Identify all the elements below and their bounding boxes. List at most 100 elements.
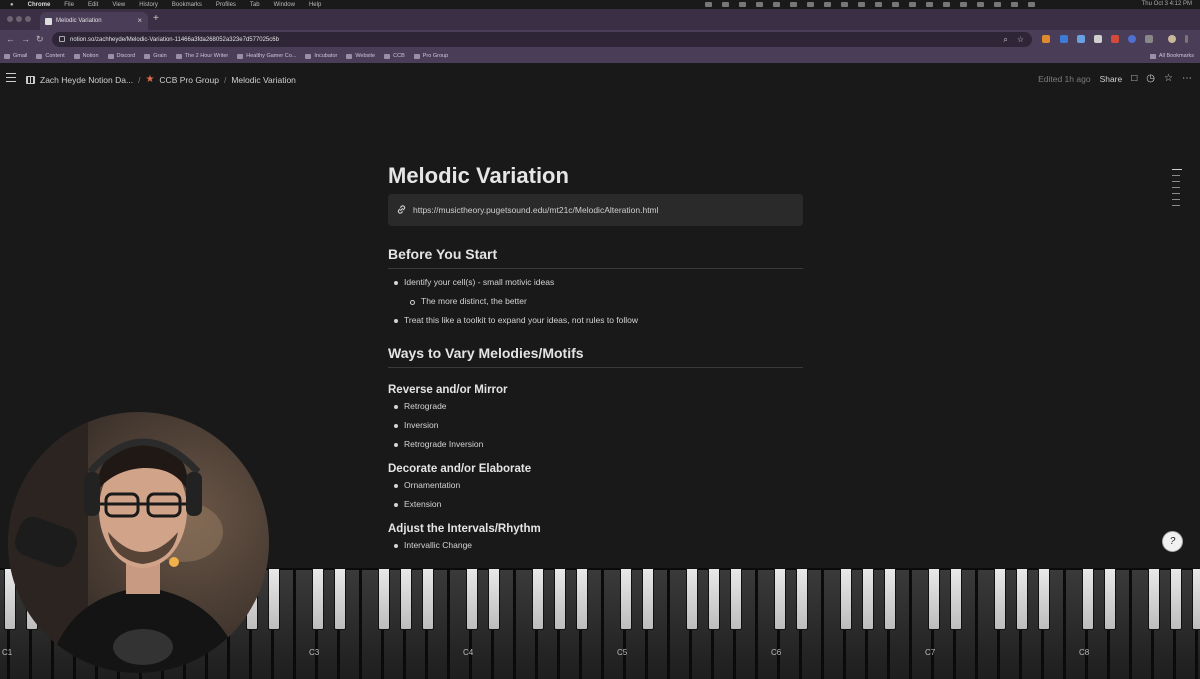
list-item[interactable]: Inversion	[388, 416, 803, 435]
bookmark-healthy-gamer[interactable]: Healthy Gamer Co...	[237, 53, 296, 59]
zoom-icon[interactable]: ⌕	[1003, 35, 1007, 45]
close-window-button[interactable]	[7, 16, 13, 22]
tray-icon[interactable]	[790, 2, 797, 7]
bookmark-2-hour-writer[interactable]: The 2 Hour Writer	[175, 53, 228, 59]
extension-icon[interactable]	[1042, 35, 1050, 43]
list-item[interactable]: Retrograde Inversion	[388, 435, 803, 454]
menu-bookmarks[interactable]: Bookmarks	[172, 2, 202, 8]
outline-line[interactable]	[1172, 187, 1180, 188]
tray-icon[interactable]	[858, 2, 865, 7]
bookmark-pro-group[interactable]: Pro Group	[413, 53, 448, 59]
zoom-window-button[interactable]	[25, 16, 31, 22]
list-item[interactable]: Ornamentation	[388, 476, 803, 495]
bookmark-content[interactable]: Content	[36, 53, 65, 59]
new-tab-button[interactable]: +	[153, 13, 159, 24]
share-button[interactable]: Share	[1100, 74, 1123, 84]
bookmark-star-icon[interactable]: ☆	[1017, 35, 1024, 45]
forward-icon[interactable]: →	[21, 34, 30, 44]
heading-before-you-start[interactable]: Before You Start	[388, 246, 803, 269]
tray-icon[interactable]	[960, 2, 967, 7]
bookmark-discord[interactable]: Discord	[107, 53, 135, 59]
tray-icon[interactable]	[841, 2, 848, 7]
tab-melodic-variation[interactable]: Melodic Variation ×	[40, 12, 148, 30]
tray-icon[interactable]	[756, 2, 763, 7]
tray-icon[interactable]	[875, 2, 882, 7]
bookmark-notion[interactable]: Notion	[73, 53, 99, 59]
tray-icon[interactable]	[824, 2, 831, 7]
page-outline[interactable]	[1172, 169, 1182, 206]
menu-icon[interactable]	[6, 73, 16, 82]
list-item[interactable]: Identify your cell(s) - small motivic id…	[388, 273, 803, 292]
site-info-icon[interactable]	[59, 36, 65, 42]
extension-icon[interactable]	[1060, 35, 1068, 43]
history-icon[interactable]: ◷	[1146, 73, 1155, 84]
close-tab-icon[interactable]: ×	[137, 16, 142, 25]
extension-icon[interactable]	[1128, 35, 1136, 43]
menu-app-name[interactable]: Chrome	[28, 2, 51, 8]
breadcrumb-current-page[interactable]: Melodic Variation	[231, 75, 296, 85]
heading-adjust-intervals[interactable]: Adjust the Intervals/Rhythm	[388, 523, 803, 535]
tray-icon[interactable]	[807, 2, 814, 7]
breadcrumb-workspace[interactable]: Zach Heyde Notion Da...	[40, 75, 133, 85]
outline-line[interactable]	[1172, 175, 1180, 176]
tray-icon[interactable]	[722, 2, 729, 7]
list-item[interactable]: Intervallic Change	[388, 536, 803, 555]
tray-icon[interactable]	[705, 2, 712, 7]
help-button[interactable]: ?	[1162, 531, 1183, 552]
favorite-star-icon[interactable]: ☆	[1164, 73, 1173, 84]
tray-icon[interactable]	[909, 2, 916, 7]
tray-icon[interactable]	[739, 2, 746, 7]
more-options-icon[interactable]: ⋯	[1182, 73, 1192, 84]
outline-line[interactable]	[1172, 181, 1180, 182]
url-text[interactable]: notion.so/zachheyde/Melodic-Variation-11…	[70, 37, 279, 43]
list-item[interactable]: Treat this like a toolkit to expand your…	[388, 311, 803, 330]
tray-icon[interactable]	[1028, 2, 1035, 7]
list-item-nested[interactable]: The more distinct, the better	[388, 292, 803, 311]
back-icon[interactable]: ←	[6, 34, 15, 44]
menu-profiles[interactable]: Profiles	[216, 2, 236, 8]
outline-line[interactable]	[1172, 169, 1182, 170]
extension-icon[interactable]	[1077, 35, 1085, 43]
tray-icon[interactable]	[926, 2, 933, 7]
breadcrumb-ccb-pro-group[interactable]: CCB Pro Group	[159, 75, 219, 85]
heading-reverse-mirror[interactable]: Reverse and/or Mirror	[388, 384, 803, 396]
extension-icon[interactable]	[1094, 35, 1102, 43]
outline-line[interactable]	[1172, 199, 1180, 200]
bookmark-gmail[interactable]: Gmail	[4, 53, 27, 59]
tray-icon[interactable]	[892, 2, 899, 7]
list-item[interactable]: Retrograde	[388, 397, 803, 416]
minimize-window-button[interactable]	[16, 16, 22, 22]
bookmark-website[interactable]: Website	[346, 53, 375, 59]
comment-icon[interactable]: □	[1131, 73, 1137, 84]
link-block[interactable]: https://musictheory.pugetsound.edu/mt21c…	[388, 194, 803, 226]
outline-line[interactable]	[1172, 205, 1180, 206]
menu-view[interactable]: View	[112, 2, 125, 8]
bookmark-incubator[interactable]: Incubator	[305, 53, 337, 59]
reload-icon[interactable]: ↻	[36, 34, 44, 45]
all-bookmarks[interactable]: All Bookmarks	[1149, 53, 1194, 59]
tray-icon[interactable]	[994, 2, 1001, 7]
tray-icon[interactable]	[977, 2, 984, 7]
page-title[interactable]: Melodic Variation	[388, 160, 803, 192]
menu-help[interactable]: Help	[309, 2, 321, 8]
list-item[interactable]: Extension	[388, 495, 803, 514]
menu-tab[interactable]: Tab	[250, 2, 260, 8]
outline-line[interactable]	[1172, 193, 1180, 194]
profile-avatar[interactable]	[1168, 35, 1176, 43]
address-bar[interactable]: notion.so/zachheyde/Melodic-Variation-11…	[52, 32, 1032, 47]
tray-icon[interactable]	[1011, 2, 1018, 7]
menu-edit[interactable]: Edit	[88, 2, 98, 8]
menubar-clock[interactable]: Thu Oct 3 4:12 PM	[1142, 1, 1192, 7]
menu-window[interactable]: Window	[274, 2, 295, 8]
menu-history[interactable]: History	[139, 2, 158, 8]
chrome-menu-icon[interactable]	[1185, 35, 1188, 43]
bookmark-grain[interactable]: Grain	[144, 53, 167, 59]
heading-decorate-elaborate[interactable]: Decorate and/or Elaborate	[388, 463, 803, 475]
apple-icon[interactable]: ●	[10, 2, 14, 8]
tray-icon[interactable]	[943, 2, 950, 7]
heading-ways-to-vary[interactable]: Ways to Vary Melodies/Motifs	[388, 345, 803, 368]
bookmark-ccb[interactable]: CCB	[384, 53, 405, 59]
extension-icon[interactable]	[1111, 35, 1119, 43]
extensions-puzzle-icon[interactable]	[1145, 35, 1153, 43]
tray-icon[interactable]	[773, 2, 780, 7]
